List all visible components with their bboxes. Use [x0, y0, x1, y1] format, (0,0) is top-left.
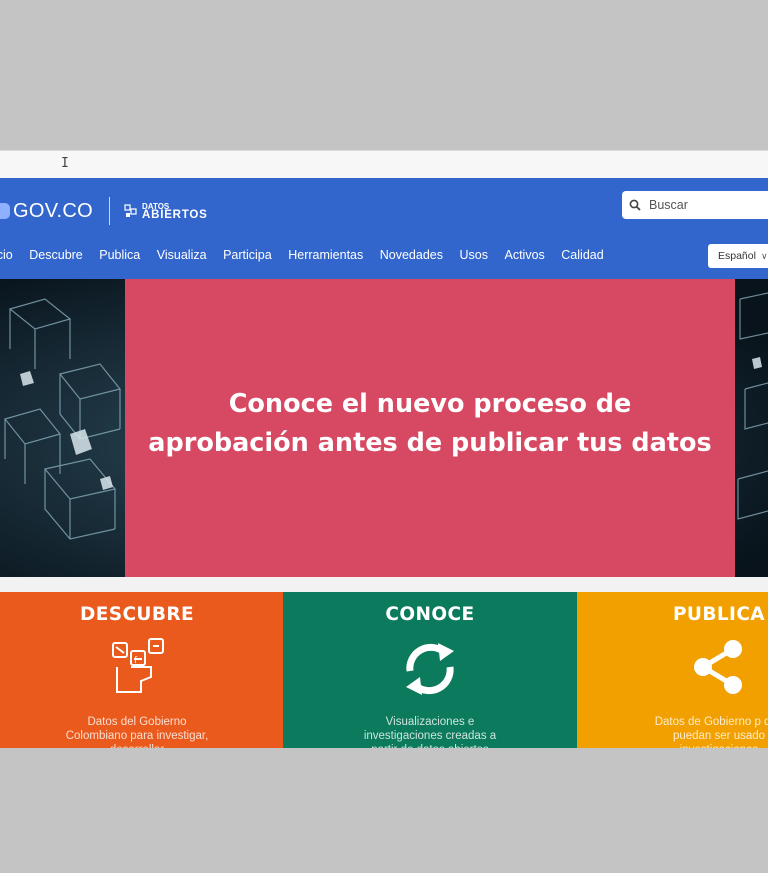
- hero-headline: Conoce el nuevo proceso de aprobación an…: [148, 385, 711, 463]
- card-title: CONOCE: [385, 604, 475, 625]
- card-title: DESCUBRE: [79, 604, 195, 625]
- search-box[interactable]: [622, 191, 768, 219]
- hero-banner[interactable]: Conoce el nuevo proceso de aprobación an…: [0, 279, 768, 577]
- text-cursor-icon: I: [61, 156, 69, 171]
- search-icon: [629, 199, 641, 211]
- card-publica[interactable]: PUBLICA Datos de Gobierno p que puedan s…: [577, 592, 768, 748]
- section-divider: [0, 577, 768, 592]
- share-icon: [694, 640, 742, 694]
- nav-item-usos[interactable]: Usos: [460, 248, 488, 262]
- search-input[interactable]: [647, 197, 761, 213]
- card-conoce[interactable]: CONOCE Visualizaciones e investigaciones…: [283, 592, 577, 748]
- nav-item-novedades[interactable]: Novedades: [380, 248, 443, 262]
- card-description: Datos del Gobierno Colombiano para inves…: [65, 716, 209, 748]
- main-nav: icio Descubre Publica Visualiza Particip…: [0, 248, 620, 262]
- chevron-down-icon: ∨: [760, 250, 768, 261]
- hero-line-2: aprobación antes de publicar tus datos: [148, 427, 712, 458]
- nav-item-publica[interactable]: Publica: [99, 248, 140, 262]
- card-description: Visualizaciones e investigaciones creada…: [363, 716, 497, 748]
- nav-item-inicio[interactable]: icio: [0, 248, 13, 262]
- hero-panel: Conoce el nuevo proceso de aprobación an…: [125, 279, 735, 577]
- browser-address-bar[interactable]: I: [0, 150, 768, 179]
- datos-abiertos-icon: [124, 204, 137, 217]
- nav-item-participa[interactable]: Participa: [223, 248, 272, 262]
- language-select[interactable]: Español ∨: [708, 244, 768, 268]
- nav-item-descubre[interactable]: Descubre: [29, 248, 83, 262]
- datos-abiertos-logo[interactable]: DATOS ABIERTOS: [141, 202, 208, 221]
- browser-screen: I GOV.CO DATOS ABIERTOS icio: [0, 150, 768, 748]
- card-title: PUBLICA: [672, 604, 766, 625]
- refresh-cycle-icon: [406, 643, 454, 695]
- hero-line-1: Conoce el nuevo proceso de: [228, 388, 632, 419]
- nav-item-calidad[interactable]: Calidad: [561, 248, 603, 262]
- abiertos-label: ABIERTOS: [141, 209, 208, 221]
- data-discovery-icon: f: [112, 638, 164, 693]
- nav-item-herramientas[interactable]: Herramientas: [288, 248, 363, 262]
- language-value: Español: [718, 250, 756, 262]
- feature-cards: DESCUBRE f Datos del Gobierno Colombiano…: [0, 592, 768, 748]
- brand-logos: GOV.CO DATOS ABIERTOS: [0, 194, 208, 228]
- logo-divider: [108, 197, 110, 225]
- nav-item-visualiza[interactable]: Visualiza: [157, 248, 207, 262]
- gov-co-logo[interactable]: GOV.CO: [13, 200, 93, 223]
- card-descubre[interactable]: DESCUBRE f Datos del Gobierno Colombiano…: [0, 592, 283, 748]
- card-description: Datos de Gobierno p que puedan ser usado…: [654, 716, 768, 748]
- gov-emblem-icon: [0, 203, 10, 219]
- site-header: GOV.CO DATOS ABIERTOS icio Descubre Publ…: [0, 178, 768, 279]
- nav-item-activos[interactable]: Activos: [504, 248, 544, 262]
